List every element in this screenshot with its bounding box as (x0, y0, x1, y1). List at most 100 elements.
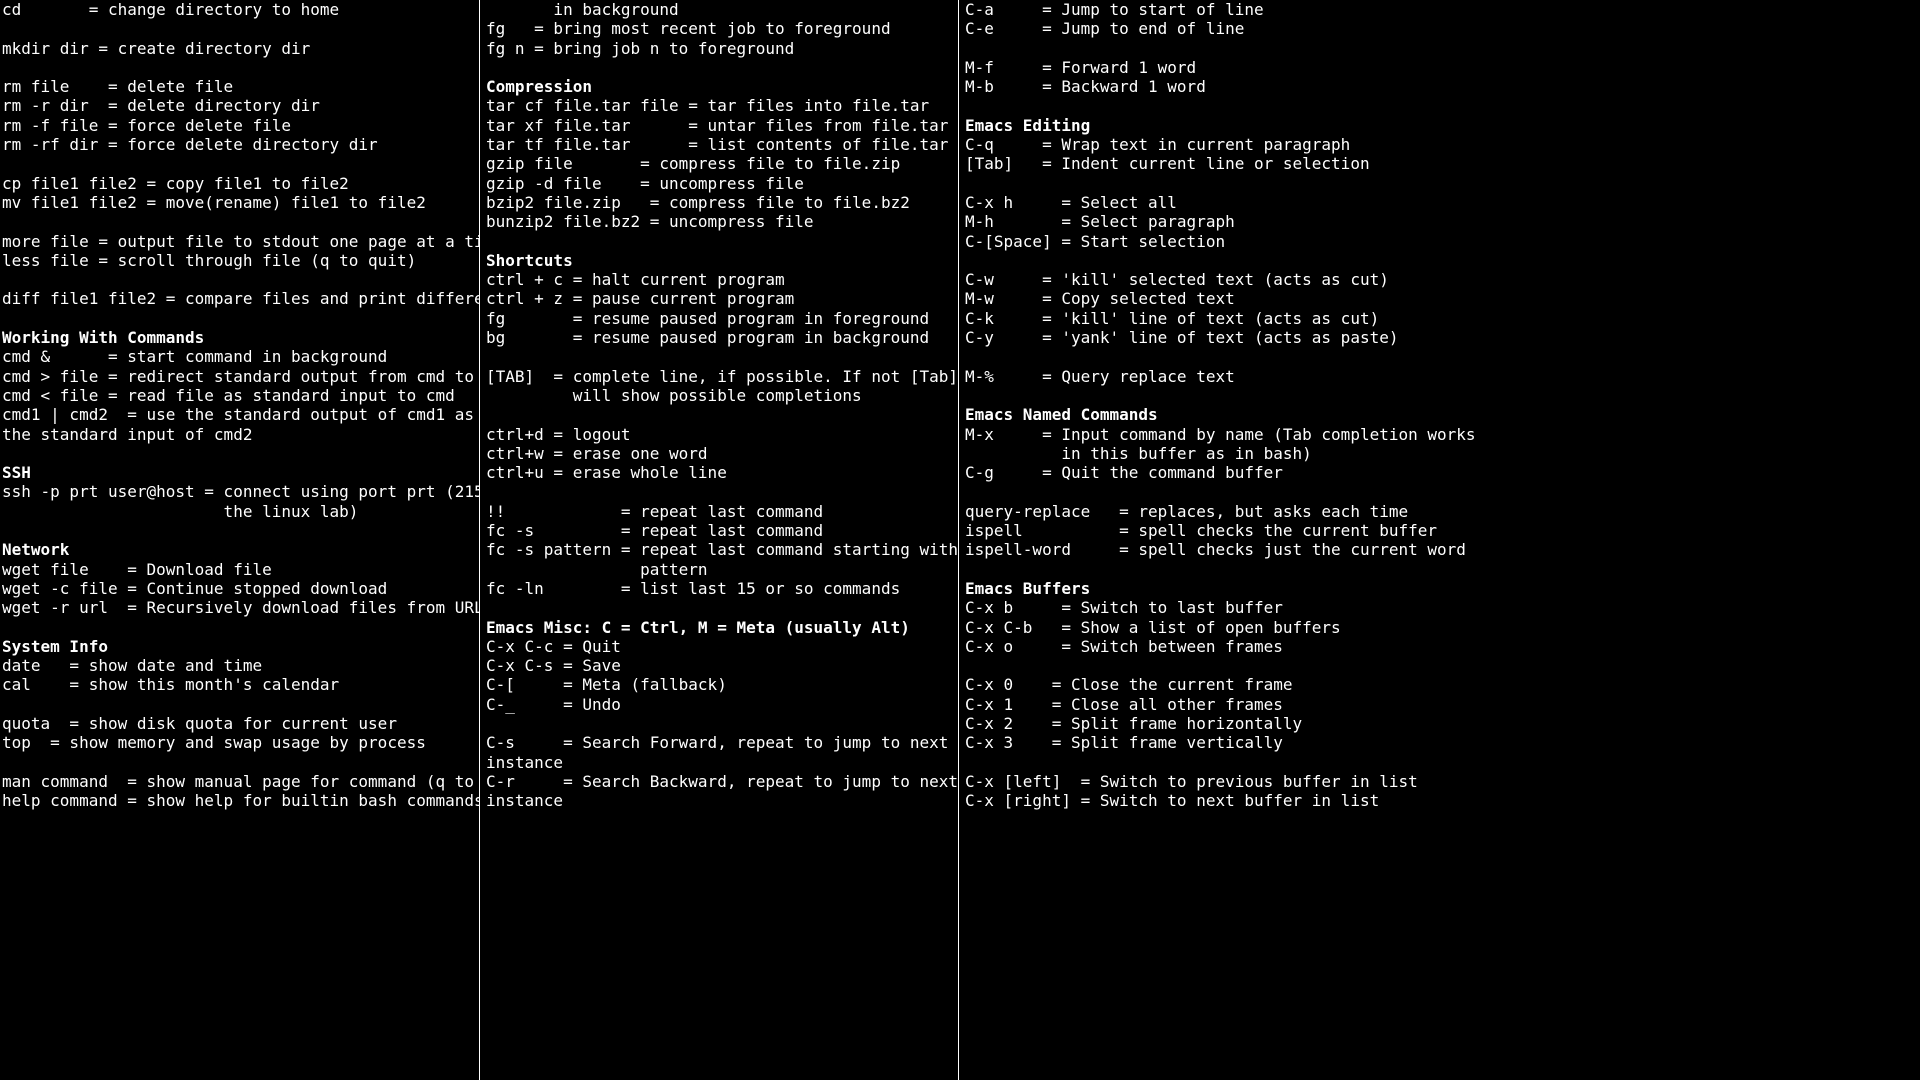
col3-line: in this buffer as in bash) (965, 444, 1918, 463)
col3-line: M-b = Backward 1 word (965, 77, 1918, 96)
col1-blank (2, 58, 477, 77)
col1-line: date = show date and time (2, 656, 477, 675)
col1-heading: SSH (2, 463, 477, 482)
col1-line: wget -c file = Continue stopped download (2, 579, 477, 598)
cheatsheet-columns: cd = change directory to home mkdir dir … (0, 0, 1920, 1080)
column-2-jobs-shortcuts-emacs: in backgroundfg = bring most recent job … (480, 0, 959, 1080)
col2-line: gzip -d file = uncompress file (486, 174, 956, 193)
col2-line: C-[ = Meta (fallback) (486, 675, 956, 694)
col3-line: C-x 3 = Split frame vertically (965, 733, 1918, 752)
col3-heading: Emacs Buffers (965, 579, 1918, 598)
col1-line: rm file = delete file (2, 77, 477, 96)
col1-blank (2, 521, 477, 540)
col3-heading: Emacs Editing (965, 116, 1918, 135)
col3-line: query-replace = replaces, but asks each … (965, 502, 1918, 521)
col3-line: M-x = Input command by name (Tab complet… (965, 425, 1918, 444)
col1-blank (2, 270, 477, 289)
col3-line: C-g = Quit the command buffer (965, 463, 1918, 482)
col2-heading: Emacs Misc: C = Ctrl, M = Meta (usually … (486, 618, 956, 637)
col1-blank (2, 753, 477, 772)
col2-line: ctrl+u = erase whole line (486, 463, 956, 482)
col1-line: man command = show manual page for comma… (2, 772, 477, 791)
col2-blank (486, 714, 956, 733)
col1-line: cmd < file = read file as standard input… (2, 386, 477, 405)
col3-heading: Emacs Named Commands (965, 405, 1918, 424)
col3-blank (965, 386, 1918, 405)
col1-line: top = show memory and swap usage by proc… (2, 733, 477, 752)
col3-blank (965, 482, 1918, 501)
col2-line: tar xf file.tar = untar files from file.… (486, 116, 956, 135)
col3-line: C-k = 'kill' line of text (acts as cut) (965, 309, 1918, 328)
col3-blank (965, 753, 1918, 772)
col2-line: instance (486, 753, 956, 772)
col2-line: ctrl+w = erase one word (486, 444, 956, 463)
col1-line: wget file = Download file (2, 560, 477, 579)
col3-line: C-x o = Switch between frames (965, 637, 1918, 656)
col3-blank (965, 347, 1918, 366)
col1-heading: Network (2, 540, 477, 559)
col1-blank (2, 154, 477, 173)
col1-line: cal = show this month's calendar (2, 675, 477, 694)
col2-line: C-r = Search Backward, repeat to jump to… (486, 772, 956, 791)
col2-line: in background (486, 0, 956, 19)
col3-line: C-y = 'yank' line of text (acts as paste… (965, 328, 1918, 347)
col1-line: cp file1 file2 = copy file1 to file2 (2, 174, 477, 193)
col3-line: C-a = Jump to start of line (965, 0, 1918, 19)
col1-line: cmd > file = redirect standard output fr… (2, 367, 477, 386)
col3-blank (965, 656, 1918, 675)
col1-line: rm -r dir = delete directory dir (2, 96, 477, 115)
col2-line: ctrl+d = logout (486, 425, 956, 444)
col3-blank (965, 96, 1918, 115)
col3-blank (965, 251, 1918, 270)
col1-line: help command = show help for builtin bas… (2, 791, 477, 810)
col1-line: quota = show disk quota for current user (2, 714, 477, 733)
col3-line: [Tab] = Indent current line or selection (965, 154, 1918, 173)
col1-heading: System Info (2, 637, 477, 656)
column-3-emacs-editing-buffers: C-a = Jump to start of lineC-e = Jump to… (959, 0, 1920, 1080)
col3-line: C-e = Jump to end of line (965, 19, 1918, 38)
col1-line: mv file1 file2 = move(rename) file1 to f… (2, 193, 477, 212)
col1-line: diff file1 file2 = compare files and pri… (2, 289, 477, 308)
col3-line: C-x C-b = Show a list of open buffers (965, 618, 1918, 637)
col3-line: C-q = Wrap text in current paragraph (965, 135, 1918, 154)
col2-heading: Compression (486, 77, 956, 96)
col1-blank (2, 212, 477, 231)
col3-line: C-x 1 = Close all other frames (965, 695, 1918, 714)
col3-line: C-x 0 = Close the current frame (965, 675, 1918, 694)
col1-line: the linux lab) (2, 502, 477, 521)
col2-blank (486, 58, 956, 77)
col2-line: fg n = bring job n to foreground (486, 39, 956, 58)
col2-line: bzip2 file.zip = compress file to file.b… (486, 193, 956, 212)
col1-line: rm -rf dir = force delete directory dir (2, 135, 477, 154)
col2-blank (486, 347, 956, 366)
col2-line: fc -ln = list last 15 or so commands (486, 579, 956, 598)
col3-line: C-x [right] = Switch to next buffer in l… (965, 791, 1918, 810)
col1-blank (2, 444, 477, 463)
col2-line: tar cf file.tar file = tar files into fi… (486, 96, 956, 115)
col3-line: C-x 2 = Split frame horizontally (965, 714, 1918, 733)
col2-blank (486, 482, 956, 501)
col2-blank (486, 232, 956, 251)
col1-line: cd = change directory to home (2, 0, 477, 19)
col2-line: pattern (486, 560, 956, 579)
col2-blank (486, 405, 956, 424)
col1-line: cmd & = start command in background (2, 347, 477, 366)
col2-line: bunzip2 file.bz2 = uncompress file (486, 212, 956, 231)
col1-line: less file = scroll through file (q to qu… (2, 251, 477, 270)
col1-line: ssh -p prt user@host = connect using por… (2, 482, 477, 501)
col2-line: fg = bring most recent job to foreground (486, 19, 956, 38)
col3-line: C-x h = Select all (965, 193, 1918, 212)
col3-line: ispell = spell checks the current buffer (965, 521, 1918, 540)
col3-blank (965, 560, 1918, 579)
col2-line: fg = resume paused program in foreground (486, 309, 956, 328)
col1-blank (2, 309, 477, 328)
col3-line: C-x [left] = Switch to previous buffer i… (965, 772, 1918, 791)
col2-line: fc -s pattern = repeat last command star… (486, 540, 956, 559)
col1-heading: Working With Commands (2, 328, 477, 347)
col2-line: gzip file = compress file to file.zip (486, 154, 956, 173)
col1-line: wget -r url = Recursively download files… (2, 598, 477, 617)
col1-blank (2, 618, 477, 637)
col2-line: C-s = Search Forward, repeat to jump to … (486, 733, 956, 752)
column-1-filesystem-commands: cd = change directory to home mkdir dir … (0, 0, 480, 1080)
col3-line: ispell-word = spell checks just the curr… (965, 540, 1918, 559)
